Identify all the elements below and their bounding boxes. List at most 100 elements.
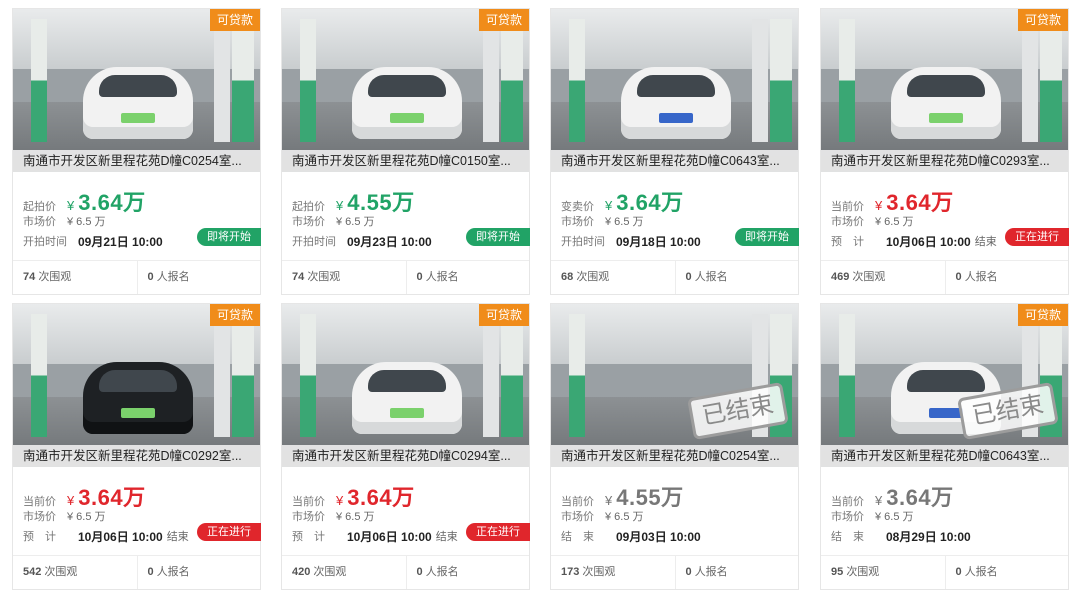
status-badge: 正在进行 [466,523,530,541]
listing-photo[interactable]: 可贷款 南通市开发区新里程花苑D幢C0293室... [821,9,1068,172]
price-unit: 万 [661,485,684,510]
signups-number: 0 [955,566,962,578]
signups-label: 人报名 [425,271,459,283]
listing-photo[interactable]: 可贷款 南通市开发区新里程花苑D幢C0292室... [13,304,260,467]
listing-title[interactable]: 南通市开发区新里程花苑D幢C0643室... [821,445,1068,467]
pillar [839,19,855,142]
price-label: 当前价 [292,496,325,508]
price-unit: 万 [661,190,684,215]
views-number: 68 [561,271,574,283]
signups-count: 0 人报名 [405,261,530,294]
listing-title[interactable]: 南通市开发区新里程花苑D幢C0293室... [821,150,1068,172]
listing-stats: 542 次围观 0 人报名 [13,555,260,589]
listing-info: 当前价 ¥ 3.64 万 市场价 ¥ 6.5 万 预 计 10月06日 10:0… [821,172,1069,256]
listing-photo[interactable]: 可贷款 南通市开发区新里程花苑D幢C0294室... [282,304,529,467]
pillar [1040,19,1062,142]
status-badge: 即将开始 [197,228,261,246]
views-label: 次围观 [852,271,886,283]
listing-card[interactable]: 可贷款 南通市开发区新里程花苑D幢C0254室... 起拍价 ¥ 3.64 万 … [12,8,261,295]
price-unit: 万 [392,485,415,510]
loan-available-badge: 可贷款 [209,304,260,326]
auction-time: 09月21日 10:00 [78,234,163,249]
listing-info: 当前价 ¥ 3.64 万 市场价 ¥ 6.5 万 预 计 10月06日 10:0… [282,467,530,551]
listing-stats: 95 次围观 0 人报名 [821,555,1068,589]
price-row: 当前价 ¥ 3.64 万 [831,185,1058,215]
listing-photo[interactable]: 可贷款 南通市开发区新里程花苑D幢C0150室... [282,9,529,172]
auction-time: 10月06日 10:00 [347,529,432,544]
pillar [300,19,316,142]
time-label: 预 计 [292,531,325,543]
listing-title[interactable]: 南通市开发区新里程花苑D幢C0254室... [551,445,798,467]
signups-count: 0 人报名 [674,556,799,589]
currency-symbol: ¥ [67,493,75,508]
price-row: 变卖价 ¥ 3.64 万 [561,185,788,215]
status-badge: 正在进行 [1005,228,1069,246]
views-number: 420 [292,566,311,578]
market-price-value: ¥ 6.5 万 [875,511,914,523]
currency-symbol: ¥ [67,198,75,213]
pillar [232,314,254,437]
listing-photo[interactable]: 南通市开发区新里程花苑D幢C0643室... [551,9,798,172]
price-label: 起拍价 [292,201,325,213]
listing-photo[interactable]: 可贷款 南通市开发区新里程花苑D幢C0254室... [13,9,260,172]
listing-card[interactable]: 可贷款 南通市开发区新里程花苑D幢C0292室... 当前价 ¥ 3.64 万 … [12,303,261,590]
listing-title[interactable]: 南通市开发区新里程花苑D幢C0294室... [282,445,529,467]
auction-time: 10月06日 10:00 [886,234,971,249]
currency-symbol: ¥ [605,198,613,213]
listing-card[interactable]: 已结束 南通市开发区新里程花苑D幢C0254室... 当前价 ¥ 4.55 万 … [550,303,799,590]
views-number: 74 [23,271,36,283]
time-label: 开拍时间 [23,236,67,248]
views-count: 74 次围观 [282,261,406,294]
listing-title[interactable]: 南通市开发区新里程花苑D幢C0254室... [13,150,260,172]
views-count: 74 次围观 [13,261,137,294]
price-label: 变卖价 [561,201,594,213]
pillar [483,314,499,437]
signups-count: 0 人报名 [405,556,530,589]
listing-photo[interactable]: 已结束 南通市开发区新里程花苑D幢C0254室... [551,304,798,467]
market-price-value: ¥ 6.5 万 [67,216,106,228]
auction-time: 09月03日 10:00 [616,529,701,544]
listing-photo[interactable]: 可贷款 已结束 南通市开发区新里程花苑D幢C0643室... [821,304,1068,467]
listing-stats: 68 次围观 0 人报名 [551,260,798,294]
status-badge: 正在进行 [197,523,261,541]
price-unit: 万 [931,485,954,510]
listing-title[interactable]: 南通市开发区新里程花苑D幢C0643室... [551,150,798,172]
status-badge: 即将开始 [466,228,530,246]
pillar [214,314,230,437]
pillar [770,19,792,142]
listing-title[interactable]: 南通市开发区新里程花苑D幢C0292室... [13,445,260,467]
listing-stats: 173 次围观 0 人报名 [551,555,798,589]
market-price-label: 市场价 [831,511,864,523]
price-unit: 万 [123,190,146,215]
signups-label: 人报名 [156,566,190,578]
loan-available-badge: 可贷款 [478,9,529,31]
market-price-value: ¥ 6.5 万 [605,216,644,228]
signups-number: 0 [416,271,423,283]
price-row: 当前价 ¥ 4.55 万 [561,480,788,510]
signups-label: 人报名 [964,271,998,283]
price-label: 当前价 [831,201,864,213]
time-row: 结 束 09月03日 10:00 [561,526,788,546]
listing-info: 当前价 ¥ 3.64 万 市场价 ¥ 6.5 万 结 束 08月29日 10:0… [821,467,1068,551]
listing-card[interactable]: 南通市开发区新里程花苑D幢C0643室... 变卖价 ¥ 3.64 万 市场价 … [550,8,799,295]
price-row: 当前价 ¥ 3.64 万 [831,480,1058,510]
pillar [232,19,254,142]
listing-card[interactable]: 可贷款 南通市开发区新里程花苑D幢C0294室... 当前价 ¥ 3.64 万 … [281,303,530,590]
listing-stats: 74 次围观 0 人报名 [282,260,529,294]
listing-title[interactable]: 南通市开发区新里程花苑D幢C0150室... [282,150,529,172]
listing-info: 当前价 ¥ 4.55 万 市场价 ¥ 6.5 万 结 束 09月03日 10:0… [551,467,798,551]
signups-count: 0 人报名 [944,556,1069,589]
views-number: 95 [831,566,844,578]
listing-card[interactable]: 可贷款 南通市开发区新里程花苑D幢C0150室... 起拍价 ¥ 4.55 万 … [281,8,530,295]
market-price-label: 市场价 [292,216,325,228]
time-suffix: 结束 [974,236,997,248]
signups-number: 0 [685,271,692,283]
time-label: 预 计 [831,236,864,248]
listing-card[interactable]: 可贷款 已结束 南通市开发区新里程花苑D幢C0643室... 当前价 ¥ 3.6… [820,303,1069,590]
views-label: 次围观 [38,271,72,283]
listing-info: 起拍价 ¥ 4.55 万 市场价 ¥ 6.5 万 开拍时间 09月23日 10:… [282,172,530,256]
pillar [214,19,230,142]
listing-card[interactable]: 可贷款 南通市开发区新里程花苑D幢C0293室... 当前价 ¥ 3.64 万 … [820,8,1069,295]
loan-available-badge: 可贷款 [1017,9,1068,31]
price-label: 当前价 [831,496,864,508]
